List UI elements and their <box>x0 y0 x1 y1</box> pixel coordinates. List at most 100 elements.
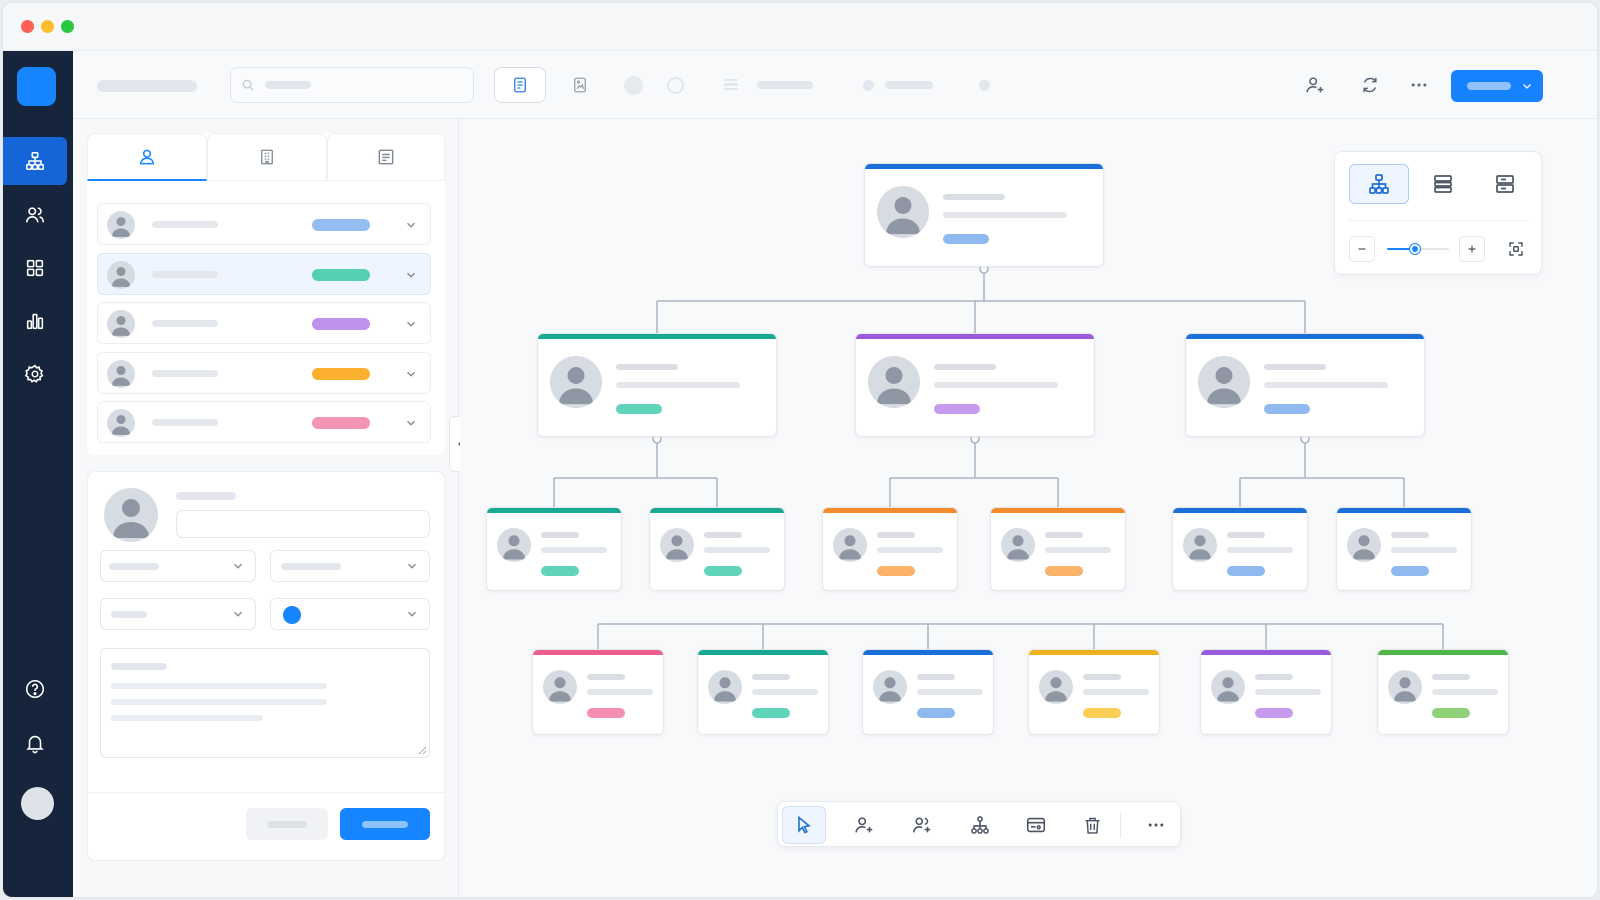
refresh-button[interactable] <box>1356 71 1384 99</box>
users-icon <box>25 207 45 223</box>
role-badge <box>616 404 662 414</box>
chevron-down-icon[interactable] <box>404 218 418 232</box>
line-style-control[interactable] <box>885 81 933 89</box>
app-logo[interactable] <box>17 67 56 106</box>
save-button[interactable] <box>340 808 430 840</box>
chevron-down-icon[interactable] <box>404 317 418 331</box>
org-node-level1[interactable] <box>855 333 1095 437</box>
chevron-down-icon[interactable] <box>404 416 418 430</box>
list-item[interactable] <box>97 203 431 245</box>
org-node-level3[interactable] <box>1200 649 1332 735</box>
zoom-slider-thumb[interactable] <box>1409 244 1420 254</box>
org-node-level3[interactable] <box>697 649 829 735</box>
person-silhouette-icon <box>1352 535 1376 560</box>
avatar <box>107 409 135 437</box>
font-size-control[interactable] <box>757 81 813 89</box>
chevron-down-icon[interactable] <box>404 268 418 282</box>
avatar <box>543 670 577 704</box>
org-node-level3[interactable] <box>862 649 994 735</box>
notes-textarea[interactable] <box>100 648 430 758</box>
left-panel <box>73 119 459 897</box>
person-silhouette-icon <box>878 677 902 702</box>
cancel-button[interactable] <box>246 808 328 840</box>
more-tools-button[interactable] <box>1134 806 1178 844</box>
details-form-card <box>87 471 445 861</box>
window-minimize-button[interactable] <box>41 20 54 33</box>
notifications-button[interactable] <box>3 719 67 767</box>
profile-avatar[interactable] <box>104 488 158 542</box>
view-document-button[interactable] <box>494 67 546 103</box>
person-silhouette-icon <box>1393 677 1417 702</box>
resize-handle-icon[interactable] <box>417 745 427 755</box>
more-options-button[interactable] <box>1405 71 1433 99</box>
org-node-level2[interactable] <box>990 507 1126 591</box>
org-node-level1[interactable] <box>1185 333 1425 437</box>
org-node-level2[interactable] <box>486 507 622 591</box>
zoom-slider[interactable] <box>1387 244 1449 254</box>
zoom-in-button[interactable] <box>1459 236 1485 262</box>
node-accent-bar <box>1029 650 1159 655</box>
org-node-level3[interactable] <box>1028 649 1160 735</box>
role-badge <box>704 566 742 576</box>
more-format-button[interactable] <box>979 80 990 91</box>
tab-documents[interactable] <box>327 133 445 181</box>
color-select[interactable] <box>270 598 430 630</box>
avatar <box>1388 670 1422 704</box>
tab-people[interactable] <box>87 133 207 181</box>
status-badge <box>312 367 370 380</box>
sidebar-item-dashboard[interactable] <box>3 244 67 292</box>
minus-icon <box>1358 248 1366 250</box>
org-node-level3[interactable] <box>1377 649 1509 735</box>
sidebar-item-org-chart[interactable] <box>3 137 67 185</box>
sidebar-item-settings[interactable] <box>3 350 67 398</box>
org-node-level2[interactable] <box>822 507 958 591</box>
window-close-button[interactable] <box>21 20 34 33</box>
chevron-down-icon[interactable] <box>404 367 418 381</box>
department-select[interactable] <box>270 550 430 582</box>
primary-action-dropdown[interactable] <box>1451 70 1543 102</box>
tab-departments[interactable] <box>207 133 327 181</box>
list-item[interactable] <box>97 252 431 295</box>
search-input[interactable] <box>230 67 474 103</box>
compact-view-button[interactable] <box>1475 164 1535 204</box>
user-avatar[interactable] <box>21 787 54 820</box>
list-item[interactable] <box>97 302 431 344</box>
fill-color-button[interactable] <box>624 76 643 95</box>
name-input[interactable] <box>176 510 430 538</box>
org-node-root[interactable] <box>864 163 1104 267</box>
refresh-icon <box>1363 77 1377 93</box>
node-accent-bar <box>1378 650 1508 655</box>
add-user-button[interactable] <box>1301 71 1329 99</box>
avatar <box>107 310 135 338</box>
org-node-level2[interactable] <box>649 507 785 591</box>
person-silhouette-icon <box>559 367 593 405</box>
node-accent-bar <box>823 508 957 513</box>
org-node-level2[interactable] <box>1336 507 1472 591</box>
stroke-color-button[interactable] <box>667 77 684 94</box>
level-select[interactable] <box>100 598 256 630</box>
org-node-level3[interactable] <box>532 649 664 735</box>
status-badge <box>312 318 370 330</box>
role-select[interactable] <box>100 550 256 582</box>
export-image-button[interactable] <box>554 67 606 103</box>
list-item[interactable] <box>97 351 431 394</box>
person-silhouette-icon <box>877 367 911 405</box>
fit-to-screen-button[interactable] <box>1505 238 1527 260</box>
delete-button[interactable] <box>1070 806 1114 844</box>
sidebar-item-users[interactable] <box>3 191 67 239</box>
org-node-level2[interactable] <box>1172 507 1308 591</box>
list-view-button[interactable] <box>1413 164 1473 204</box>
org-chart-icon <box>25 151 45 171</box>
list-item[interactable] <box>97 401 431 443</box>
add-person-button[interactable] <box>842 806 886 844</box>
tree-view-button[interactable] <box>1349 164 1409 204</box>
hierarchy-button[interactable] <box>958 806 1002 844</box>
add-group-button[interactable] <box>900 806 944 844</box>
sidebar-item-analytics[interactable] <box>3 297 67 345</box>
window-zoom-button[interactable] <box>61 20 74 33</box>
zoom-out-button[interactable] <box>1349 236 1375 262</box>
card-style-button[interactable] <box>1014 806 1058 844</box>
select-tool-button[interactable] <box>782 806 826 844</box>
org-node-level1[interactable] <box>537 333 777 437</box>
help-button[interactable] <box>3 665 67 713</box>
